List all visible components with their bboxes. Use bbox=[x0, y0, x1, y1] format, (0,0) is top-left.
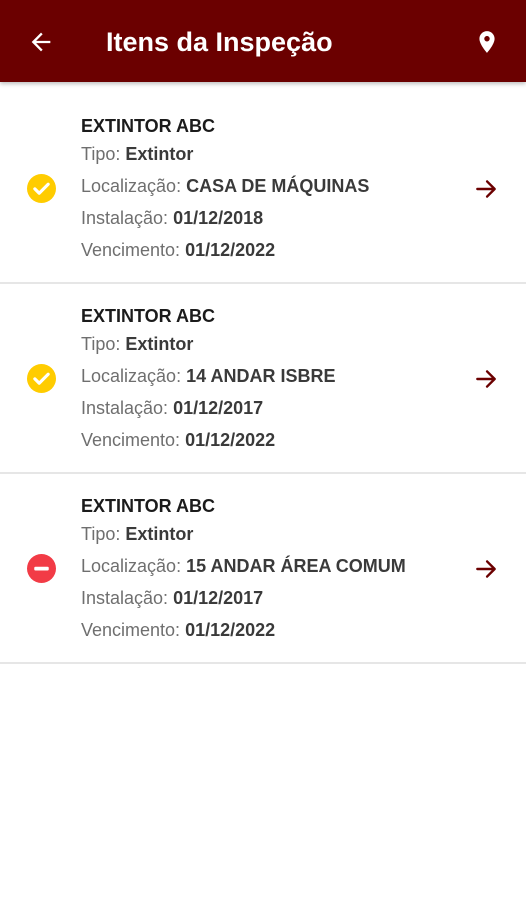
list-item[interactable]: EXTINTOR ABC Tipo: Extintor Localização:… bbox=[0, 474, 526, 664]
item-name: EXTINTOR ABC bbox=[81, 116, 216, 136]
map-pin-icon bbox=[479, 31, 495, 53]
vencimento-label: Vencimento: bbox=[81, 620, 181, 640]
localizacao-label: Localização: bbox=[81, 366, 182, 386]
vencimento-label: Vencimento: bbox=[81, 430, 181, 450]
back-button[interactable] bbox=[24, 25, 58, 59]
localizacao-label: Localização: bbox=[81, 176, 182, 196]
item-details: EXTINTOR ABC Tipo: Extintor Localização:… bbox=[81, 114, 461, 266]
arrow-right-icon[interactable] bbox=[472, 366, 500, 392]
localizacao-label: Localização: bbox=[81, 556, 182, 576]
localizacao-row: Localização: 14 ANDAR ISBRE bbox=[81, 360, 461, 392]
instalacao-label: Instalação: bbox=[81, 588, 169, 608]
check-circle-icon bbox=[27, 174, 56, 203]
instalacao-label: Instalação: bbox=[81, 398, 169, 418]
minus-circle-icon bbox=[27, 554, 56, 583]
inspection-items-list: EXTINTOR ABC Tipo: Extintor Localização:… bbox=[0, 94, 526, 664]
item-name: EXTINTOR ABC bbox=[81, 496, 216, 516]
page-title: Itens da Inspeção bbox=[106, 27, 333, 57]
tipo-label: Tipo: bbox=[81, 524, 121, 544]
location-button[interactable] bbox=[470, 25, 504, 59]
tipo-value: Extintor bbox=[125, 524, 194, 544]
vencimento-value: 01/12/2022 bbox=[185, 240, 276, 260]
item-details: EXTINTOR ABC Tipo: Extintor Localização:… bbox=[81, 304, 461, 456]
localizacao-value: 14 ANDAR ISBRE bbox=[186, 366, 336, 386]
vencimento-value: 01/12/2022 bbox=[185, 430, 276, 450]
vencimento-row: Vencimento: 01/12/2022 bbox=[81, 424, 461, 456]
instalacao-row: Instalação: 01/12/2017 bbox=[81, 392, 461, 424]
localizacao-value: 15 ANDAR ÁREA COMUM bbox=[186, 556, 406, 576]
vencimento-value: 01/12/2022 bbox=[185, 620, 276, 640]
vencimento-row: Vencimento: 01/12/2022 bbox=[81, 614, 461, 646]
vencimento-label: Vencimento: bbox=[81, 240, 181, 260]
tipo-label: Tipo: bbox=[81, 144, 121, 164]
arrow-right-icon[interactable] bbox=[472, 556, 500, 582]
instalacao-row: Instalação: 01/12/2017 bbox=[81, 582, 461, 614]
app-bar: Itens da Inspeção bbox=[0, 0, 526, 82]
arrow-left-icon bbox=[31, 32, 51, 52]
instalacao-row: Instalação: 01/12/2018 bbox=[81, 202, 461, 234]
localizacao-row: Localização: 15 ANDAR ÁREA COMUM bbox=[81, 550, 461, 582]
tipo-label: Tipo: bbox=[81, 334, 121, 354]
list-item[interactable]: EXTINTOR ABC Tipo: Extintor Localização:… bbox=[0, 94, 526, 284]
tipo-row: Tipo: Extintor bbox=[81, 328, 461, 360]
vencimento-row: Vencimento: 01/12/2022 bbox=[81, 234, 461, 266]
localizacao-value: CASA DE MÁQUINAS bbox=[186, 176, 370, 196]
instalacao-value: 01/12/2017 bbox=[173, 588, 264, 608]
instalacao-value: 01/12/2017 bbox=[173, 398, 264, 418]
localizacao-row: Localização: CASA DE MÁQUINAS bbox=[81, 170, 461, 202]
tipo-value: Extintor bbox=[125, 144, 194, 164]
tipo-row: Tipo: Extintor bbox=[81, 518, 461, 550]
arrow-right-icon[interactable] bbox=[472, 176, 500, 202]
list-item[interactable]: EXTINTOR ABC Tipo: Extintor Localização:… bbox=[0, 284, 526, 474]
tipo-value: Extintor bbox=[125, 334, 194, 354]
item-details: EXTINTOR ABC Tipo: Extintor Localização:… bbox=[81, 494, 461, 646]
instalacao-label: Instalação: bbox=[81, 208, 169, 228]
instalacao-value: 01/12/2018 bbox=[173, 208, 264, 228]
tipo-row: Tipo: Extintor bbox=[81, 138, 461, 170]
check-circle-icon bbox=[27, 364, 56, 393]
item-name: EXTINTOR ABC bbox=[81, 306, 216, 326]
